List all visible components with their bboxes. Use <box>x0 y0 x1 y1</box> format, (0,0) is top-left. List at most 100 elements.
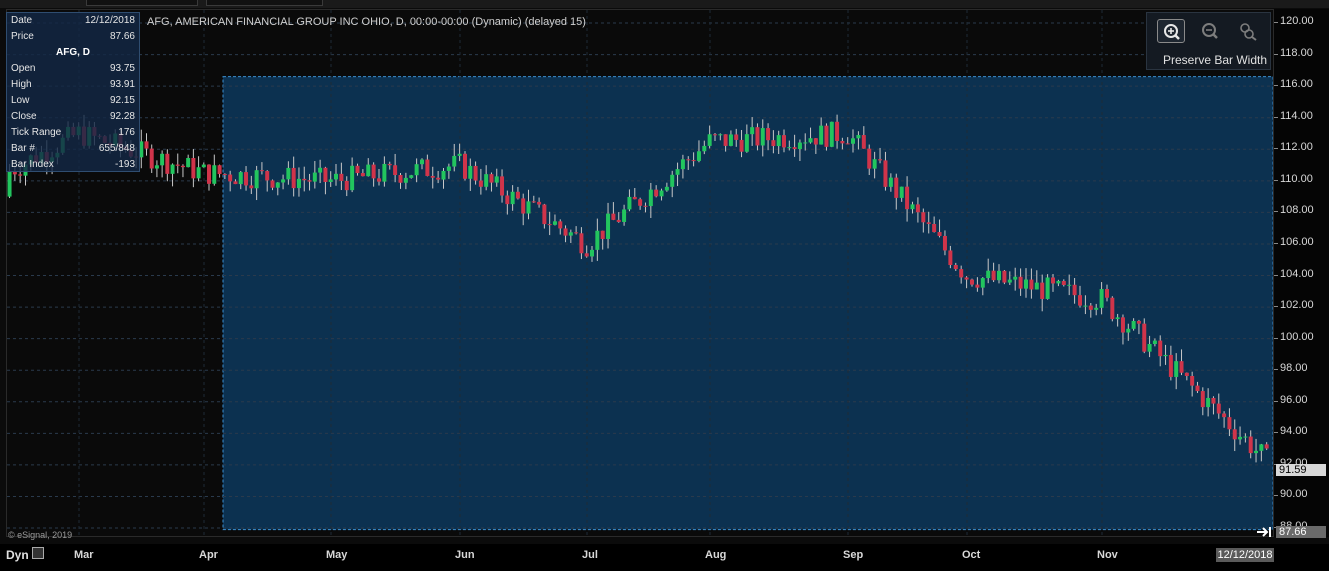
cursor-price-tag: 87.66 <box>1276 526 1326 539</box>
price-axis-label: 104.00 <box>1280 267 1314 280</box>
candle-body <box>600 230 605 239</box>
candle-body <box>160 153 165 166</box>
data-window-label: Tick Range <box>11 127 62 138</box>
candle-body <box>275 182 280 188</box>
candle-body <box>403 177 408 183</box>
candle-body <box>1115 317 1120 320</box>
candle-body <box>196 167 201 179</box>
zoom-out-icon[interactable] <box>1197 19 1225 43</box>
candle-body <box>964 277 969 280</box>
zoom-reset-icon[interactable] <box>1235 19 1263 43</box>
time-axis[interactable]: Dyn 12/12/2018 Mar Apr May Jun Jul Aug Sep Oct N… <box>0 544 1329 571</box>
candle-body <box>803 142 808 144</box>
zoom-in-icon[interactable] <box>1157 19 1185 43</box>
candle-body <box>872 159 877 169</box>
candle-body <box>755 127 760 146</box>
candle-body <box>766 128 771 141</box>
data-window-label: Bar # <box>11 143 35 154</box>
candle-body <box>1126 328 1131 333</box>
price-axis-label: 102.00 <box>1280 299 1314 312</box>
price-axis-tick <box>1274 400 1278 402</box>
price-axis[interactable]: 120.00 118.00 116.00 114.00 112.00 110.00 108.… <box>1274 9 1329 539</box>
time-axis-label: Oct <box>962 549 981 561</box>
candle-body <box>473 165 478 181</box>
candle-body <box>910 204 915 210</box>
toolbar-tab[interactable] <box>206 0 323 6</box>
price-axis-label: 114.00 <box>1280 109 1313 122</box>
candle-body <box>750 127 755 135</box>
candle-body <box>1232 429 1237 440</box>
candle-body <box>905 186 910 210</box>
candle-body <box>1248 436 1253 454</box>
candle-body <box>926 222 931 224</box>
candle-body <box>702 145 707 152</box>
candle-body <box>339 173 344 181</box>
candle-body <box>1147 343 1152 352</box>
candle-body <box>1007 279 1012 283</box>
candle-body <box>366 164 371 177</box>
candle-body <box>980 278 985 288</box>
price-axis-tick <box>1274 148 1278 150</box>
candle-body <box>1200 391 1205 408</box>
candle-body <box>420 159 424 165</box>
candle-body <box>1195 385 1200 392</box>
price-axis-tick <box>1274 242 1278 244</box>
candle-body <box>991 270 996 281</box>
candle-body <box>888 177 893 187</box>
candle-body <box>542 204 547 225</box>
price-axis-tick <box>1274 85 1278 87</box>
candle-body <box>547 224 552 226</box>
candle-body <box>291 167 296 189</box>
candle-body <box>510 191 515 205</box>
candle-body <box>696 151 701 161</box>
toolbar-tab[interactable] <box>86 0 198 6</box>
candle-body <box>1078 295 1082 306</box>
data-window-value: 93.75 <box>109 63 135 74</box>
preserve-bar-width-label[interactable]: Preserve Bar Width <box>1163 53 1267 67</box>
dynamic-label[interactable]: Dyn <box>6 548 29 562</box>
price-axis-label: 116.00 <box>1280 78 1313 91</box>
data-window-value: -193 <box>114 159 135 170</box>
candle-body <box>186 157 191 168</box>
candle-body <box>144 141 149 149</box>
chart-canvas[interactable] <box>7 10 1274 537</box>
candle-body <box>1094 307 1099 310</box>
zoom-panel: Preserve Bar Width <box>1146 12 1271 70</box>
candle-body <box>328 179 333 182</box>
dynamic-settings-icon[interactable] <box>32 547 44 559</box>
candle-body <box>648 189 653 207</box>
candle-body <box>1184 372 1189 376</box>
candle-body <box>728 134 733 146</box>
time-axis-label: Sep <box>843 549 864 561</box>
candle-body <box>932 223 937 233</box>
price-axis-tick <box>1274 432 1278 434</box>
candle-body <box>899 186 904 198</box>
data-window[interactable]: Date 12/12/2018 Price 87.66 AFG, D Open 93.7… <box>6 12 140 172</box>
price-chart[interactable]: AFG, AMERICAN FINANCIAL GROUP INC OHIO, … <box>6 9 1274 537</box>
candle-body <box>191 157 196 179</box>
scroll-to-end-icon[interactable] <box>1256 525 1272 539</box>
candle-body <box>478 180 483 187</box>
candle-body <box>531 201 536 203</box>
candle-body <box>1120 317 1125 333</box>
candle-body <box>281 179 286 183</box>
candle-body <box>398 175 403 183</box>
candle-body <box>824 125 829 147</box>
candle-body <box>1211 397 1216 404</box>
candle-body <box>1083 305 1088 307</box>
candle-body <box>259 170 264 172</box>
candle-body <box>1018 276 1023 289</box>
candle-body <box>344 180 349 191</box>
candle-body <box>851 138 855 144</box>
time-axis-label: Nov <box>1097 549 1118 561</box>
candle-body <box>638 199 643 206</box>
chart-title: AFG, AMERICAN FINANCIAL GROUP INC OHIO, … <box>147 16 586 28</box>
candle-body <box>1072 284 1077 296</box>
candle-body <box>1105 289 1109 298</box>
candle-body <box>526 201 531 214</box>
candle-body <box>1056 281 1061 284</box>
data-window-label: Low <box>11 95 30 106</box>
candle-body <box>782 135 786 148</box>
candle-body <box>771 140 776 147</box>
data-window-row: High 93.91 <box>11 79 135 93</box>
